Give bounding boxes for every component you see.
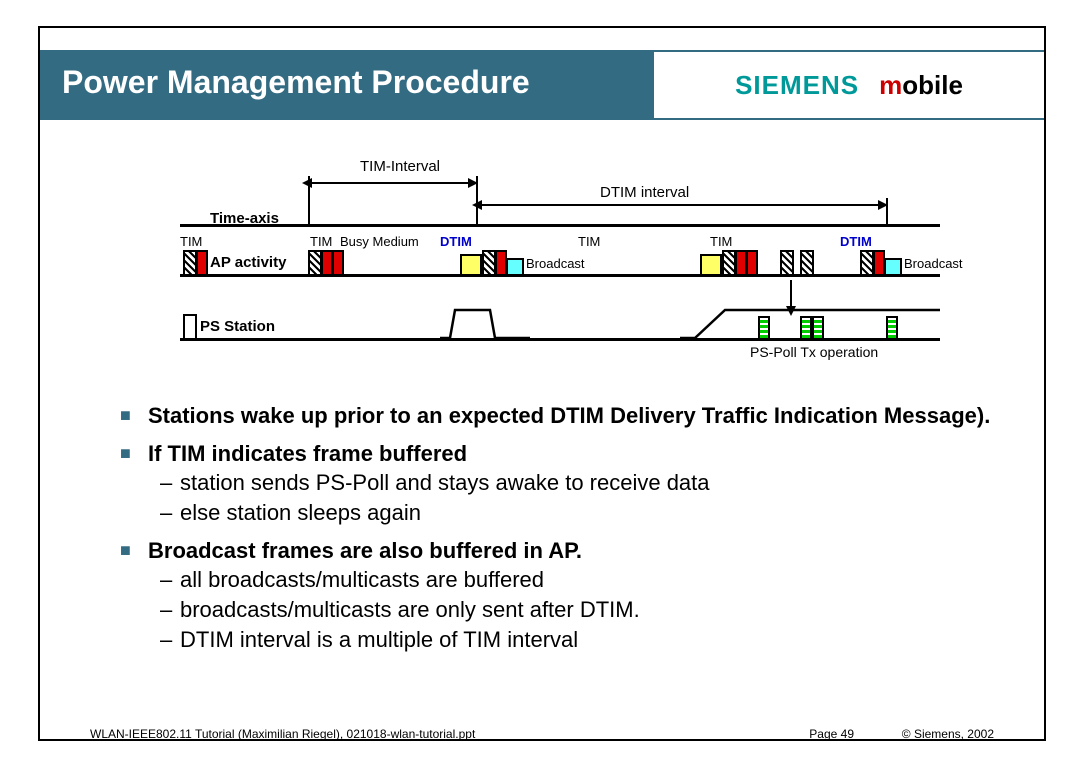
footer-page: Page 49 bbox=[809, 727, 854, 741]
ps-poll-label: PS-Poll Tx operation bbox=[750, 344, 878, 360]
slide-title: Power Management Procedure bbox=[40, 50, 654, 120]
bullet-3b: broadcasts/multicasts are only sent afte… bbox=[120, 595, 1000, 625]
siemens-logo: SIEMENS bbox=[735, 70, 859, 101]
header: Power Management Procedure SIEMENS mobil… bbox=[40, 50, 1044, 120]
bullet-2a: station sends PS-Poll and stays awake to… bbox=[120, 468, 1000, 498]
footer-right: © Siemens, 2002 bbox=[902, 727, 994, 741]
bullet-3: Broadcast frames are also buffered in AP… bbox=[120, 536, 1000, 566]
slide: Power Management Procedure SIEMENS mobil… bbox=[38, 26, 1046, 741]
tim-interval-label: TIM-Interval bbox=[360, 158, 440, 175]
logo-area: SIEMENS mobile bbox=[654, 50, 1044, 120]
timing-diagram: TIM-Interval DTIM interval Time-axis TIM… bbox=[140, 158, 940, 368]
mobile-logo: mobile bbox=[879, 70, 963, 101]
ap-activity-label: AP activity bbox=[210, 254, 286, 271]
bullet-2: If TIM indicates frame buffered bbox=[120, 439, 1000, 469]
footer-left: WLAN-IEEE802.11 Tutorial (Maximilian Rie… bbox=[90, 727, 475, 741]
bullet-1: Stations wake up prior to an expected DT… bbox=[120, 401, 1000, 431]
ps-station-label: PS Station bbox=[200, 318, 275, 335]
bullet-3a: all broadcasts/multicasts are buffered bbox=[120, 565, 1000, 595]
bullet-2b: else station sleeps again bbox=[120, 498, 1000, 528]
content: Stations wake up prior to an expected DT… bbox=[120, 393, 1000, 655]
bullet-3c: DTIM interval is a multiple of TIM inter… bbox=[120, 625, 1000, 655]
dtim-interval-label: DTIM interval bbox=[600, 184, 689, 201]
